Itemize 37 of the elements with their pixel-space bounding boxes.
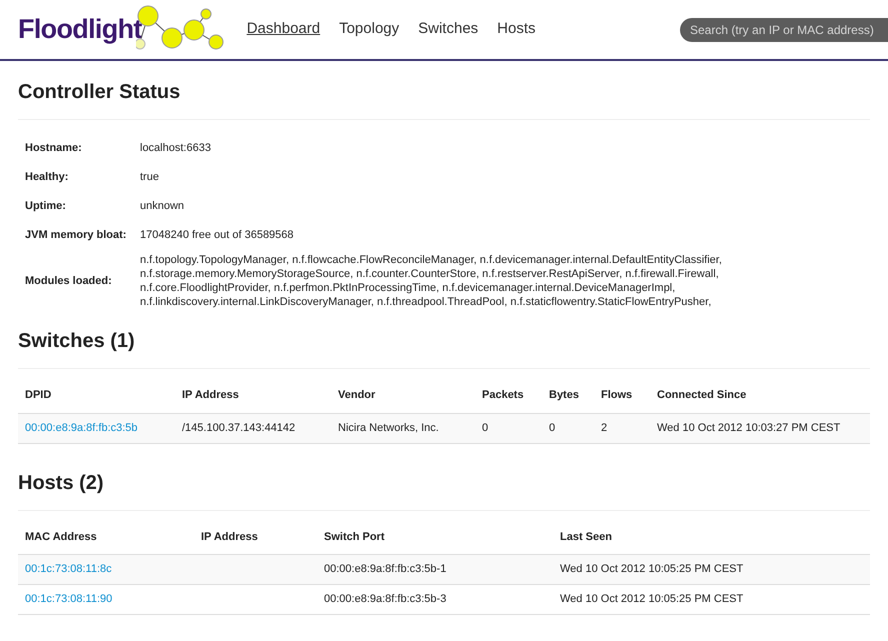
table-cell: Nicira Networks, Inc. (338, 422, 439, 434)
nav-link[interactable]: Dashboard (246, 18, 320, 41)
field-label: JVM memory bloat: (25, 229, 126, 242)
column-header: Packets (475, 387, 542, 413)
nav-link[interactable]: Topology (339, 18, 400, 41)
field-value: n.f.topology.TopologyManager, n.f.flowcache.FlowReconcileManager, n.f.devicemanager.internal.DefaultEntityClassifier, n.f.storage.memory.MemoryStorageSource, n.f.counter.CounterStore, n.f.restserver.RestApiServer, n.f.firewall.Firewall, n.f.core.FloodlightProvider, n.f.perfmon.PktInProcessingTime, n.f.devicemanager.internal.DeviceManagerImpl, n.f.linkdiscovery.internal.LinkDiscoveryManager, n.f.threadpool.ThreadPool, n.f.staticflowentry.StaticFlowEntryPusher, (140, 253, 723, 309)
field-value: unknown (140, 200, 184, 212)
column-header: Bytes (542, 387, 594, 413)
search-field[interactable]: Search (try an IP or MAC address) (680, 18, 888, 42)
table-cell: /145.100.37.143:44142 (182, 422, 296, 434)
table-cell: 00:00:e8:9a:8f:fb:c3:5b-1 (324, 563, 446, 576)
column-header: DPID (18, 387, 175, 413)
field-label: Uptime: (25, 200, 66, 212)
field-label: Modules loaded: (25, 274, 112, 287)
table-cell: 0 (482, 422, 488, 434)
column-header: Connected Since (650, 387, 870, 413)
field-label: Hostname: (25, 142, 82, 154)
table-cell: Wed 10 Oct 2012 10:03:27 PM CEST (657, 422, 840, 434)
table-cell: Wed 10 Oct 2012 10:05:25 PM CEST (560, 593, 744, 606)
logo-text: Floodlight (18, 13, 142, 46)
section-heading: Hosts (2) (18, 444, 870, 510)
table-cell: 00:00:e8:9a:8f:fb:c3:5b-3 (324, 593, 446, 606)
field-value: localhost:6633 (140, 142, 211, 154)
column-header: IP Address (175, 387, 331, 413)
field-value: true (140, 171, 159, 184)
section-heading: Controller Status (18, 61, 870, 120)
table-cell: Wed 10 Oct 2012 10:05:25 PM CEST (560, 563, 744, 576)
nav-link[interactable]: Switches (418, 18, 478, 41)
nav-link[interactable]: Hosts (497, 18, 536, 41)
section-heading: Switches (1) (18, 312, 870, 369)
field-value: 17048240 free out of 36589568 (140, 229, 294, 242)
table-cell: 2 (601, 422, 608, 434)
column-header: Flows (594, 387, 650, 413)
table-cell: 0 (549, 422, 556, 434)
column-header: Vendor (331, 387, 475, 413)
field-label: Healthy: (25, 171, 68, 184)
id-link[interactable]: 00:1c:73:08:11:90 (25, 593, 112, 606)
